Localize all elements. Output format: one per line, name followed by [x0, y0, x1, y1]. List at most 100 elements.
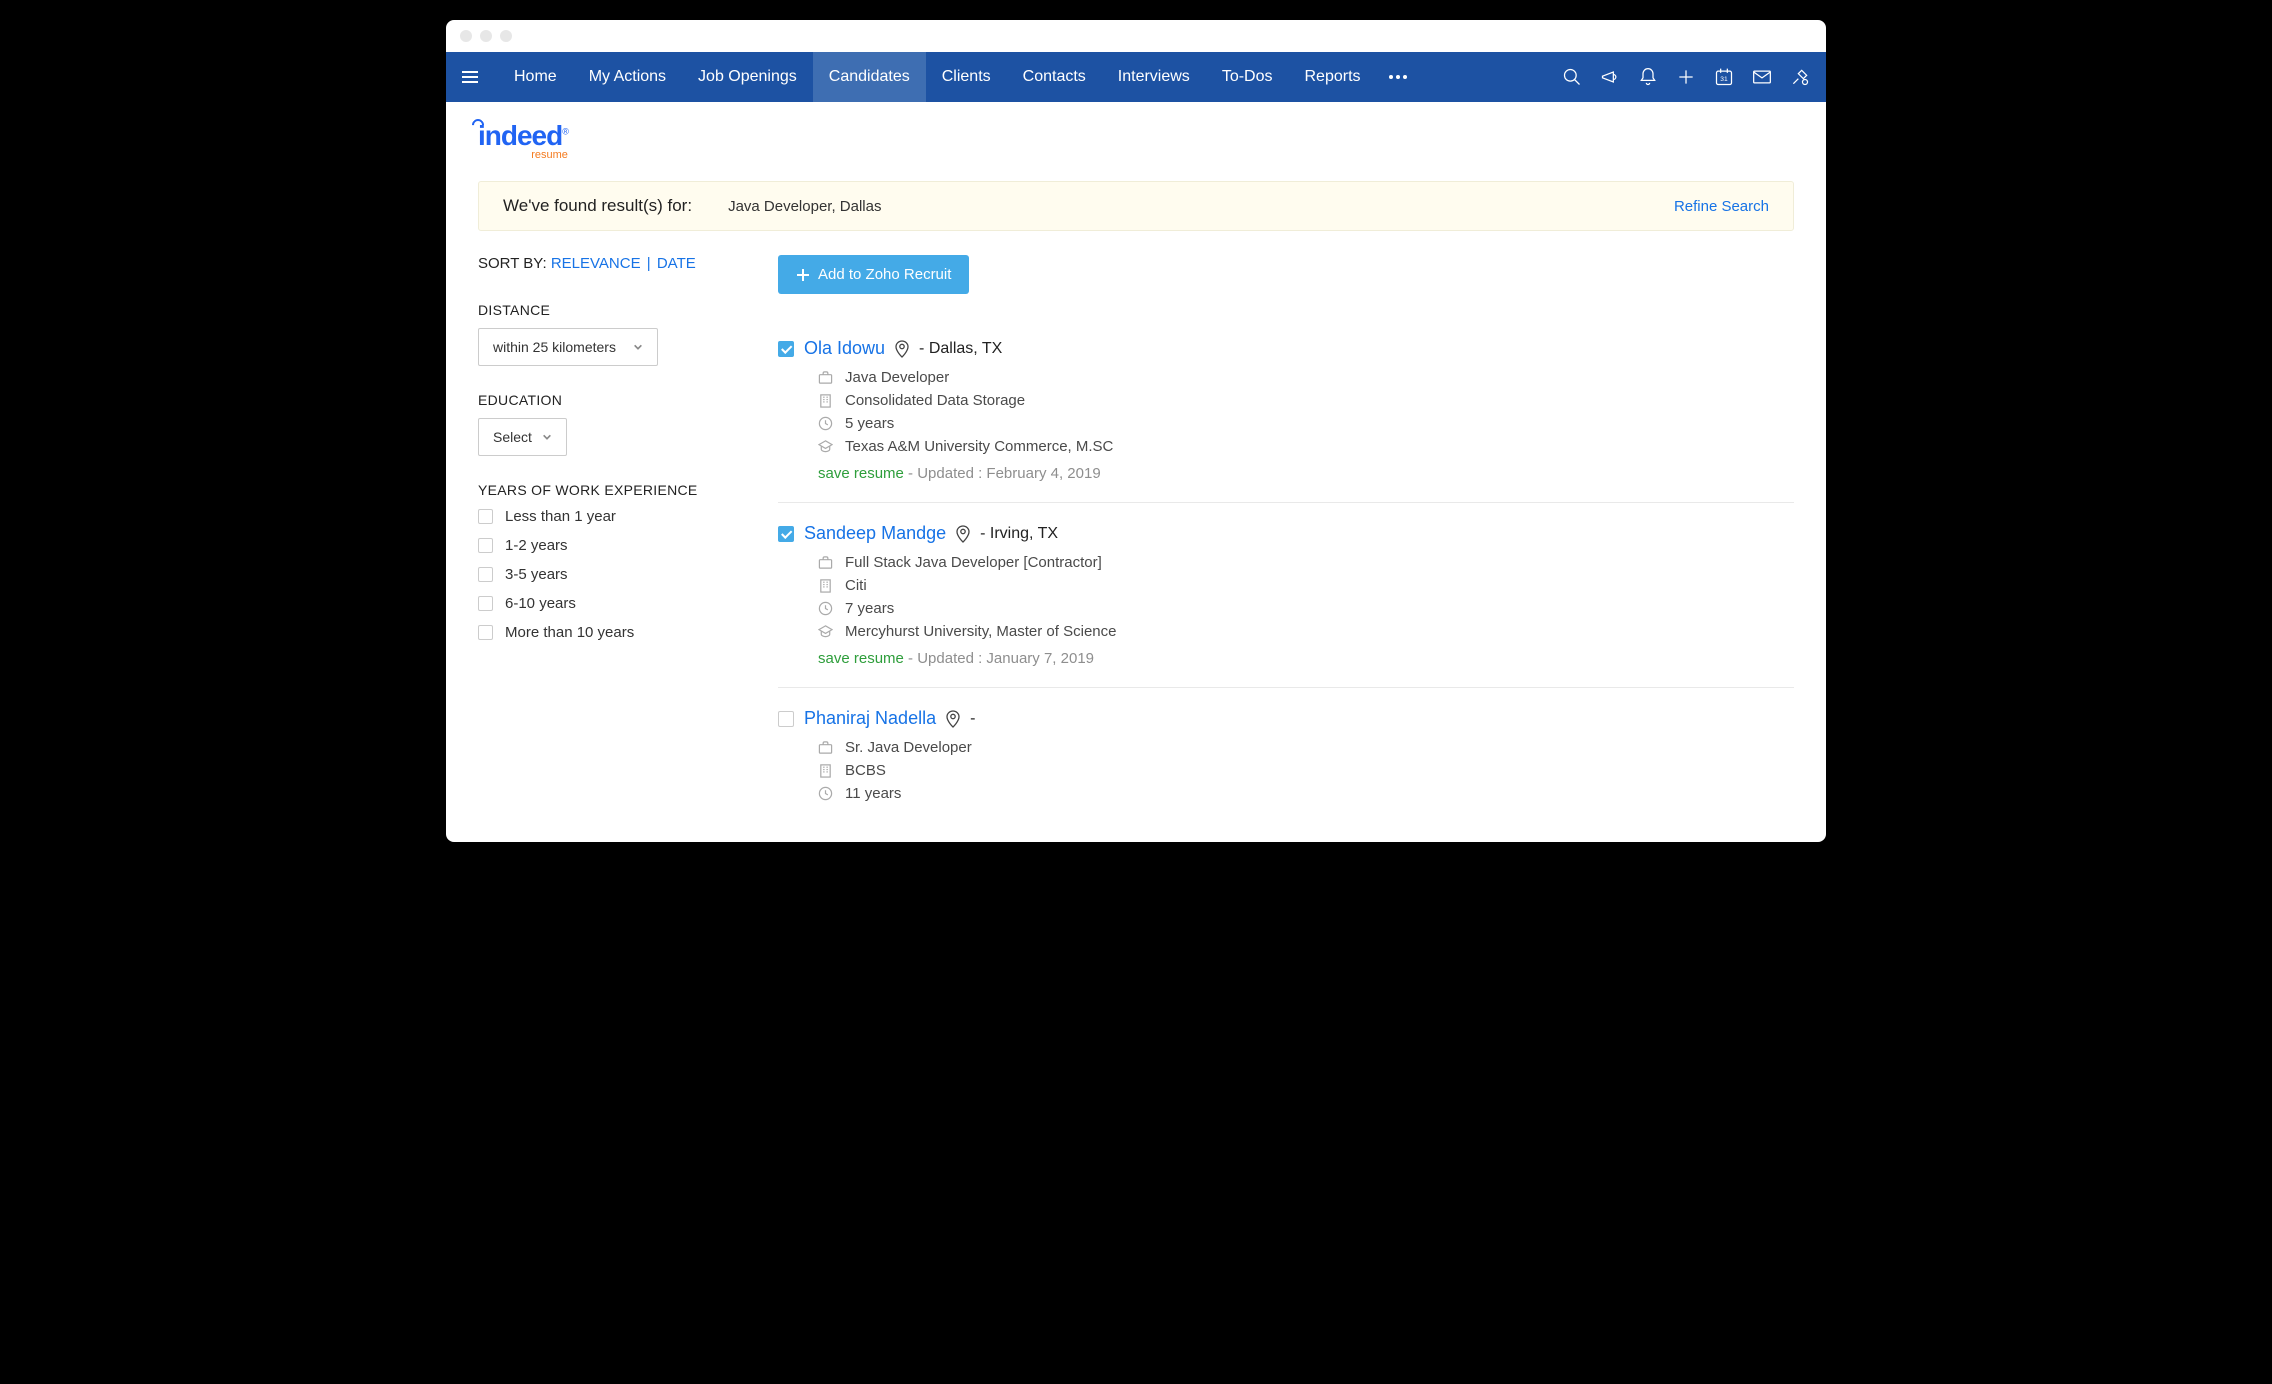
candidate-title-row: Full Stack Java Developer [Contractor] — [818, 554, 1794, 571]
experience-option-label: 6-10 years — [505, 595, 576, 612]
save-resume-link[interactable]: save resume — [818, 465, 904, 482]
distance-select[interactable]: within 25 kilometers — [478, 328, 658, 366]
location-pin-icon — [946, 710, 960, 728]
calendar-icon[interactable]: 31 — [1714, 67, 1734, 87]
briefcase-icon — [818, 740, 833, 755]
nav-item-job-openings[interactable]: Job Openings — [682, 52, 813, 102]
mail-icon[interactable] — [1752, 67, 1772, 87]
candidate-card: Sandeep Mandge - Irving, TX Full Stack Jav… — [778, 503, 1794, 688]
results-query: Java Developer, Dallas — [728, 198, 881, 215]
nav-item-candidates[interactable]: Candidates — [813, 52, 926, 102]
menu-icon[interactable] — [462, 71, 478, 83]
save-resume-link[interactable]: save resume — [818, 650, 904, 667]
candidate-name-link[interactable]: Ola Idowu — [804, 338, 885, 359]
experience-checklist: Less than 1 year 1-2 years 3-5 years 6-10 y… — [478, 508, 738, 641]
candidate-details: Sr. Java DeveloperBCBS11 years — [818, 739, 1794, 802]
candidate-name-link[interactable]: Sandeep Mandge — [804, 523, 946, 544]
window-titlebar — [446, 20, 1826, 52]
sidebar: SORT BY: RELEVANCE | DATE DISTANCE withi… — [478, 255, 738, 822]
candidate-company-row: Citi — [818, 577, 1794, 594]
candidate-details: Full Stack Java Developer [Contractor] Ci… — [818, 554, 1794, 667]
candidate-company: Consolidated Data Storage — [845, 392, 1025, 409]
experience-option-label: Less than 1 year — [505, 508, 616, 525]
candidate-years: 7 years — [845, 600, 894, 617]
body-columns: SORT BY: RELEVANCE | DATE DISTANCE withi… — [478, 255, 1794, 822]
sort-relevance-link[interactable]: RELEVANCE — [551, 255, 641, 272]
candidate-checkbox[interactable] — [778, 526, 794, 542]
candidate-company: BCBS — [845, 762, 886, 779]
chevron-down-icon — [542, 432, 552, 442]
location-pin-icon — [895, 340, 909, 358]
candidates-list: Ola Idowu - Dallas, TX Java Developer Conso… — [778, 318, 1794, 822]
experience-label: YEARS OF WORK EXPERIENCE — [478, 482, 738, 498]
candidate-title-row: Java Developer — [818, 369, 1794, 386]
candidate-years: 5 years — [845, 415, 894, 432]
education-select[interactable]: Select — [478, 418, 567, 456]
checkbox-icon — [478, 596, 493, 611]
experience-option[interactable]: 6-10 years — [478, 595, 738, 612]
candidate-location: - Dallas, TX — [919, 340, 1002, 358]
candidate-location: - — [970, 710, 975, 728]
nav-item-my-actions[interactable]: My Actions — [573, 52, 682, 102]
nav-right: 31 — [1562, 67, 1810, 87]
candidate-details: Java Developer Consolidated Data Storage 5… — [818, 369, 1794, 482]
nav-item-clients[interactable]: Clients — [926, 52, 1007, 102]
candidate-checkbox[interactable] — [778, 711, 794, 727]
plus-icon[interactable] — [1676, 67, 1696, 87]
candidate-company-row: Consolidated Data Storage — [818, 392, 1794, 409]
candidate-location: - Irving, TX — [980, 525, 1058, 543]
sort-date-link[interactable]: DATE — [657, 255, 696, 272]
tools-icon[interactable] — [1790, 67, 1810, 87]
distance-label: DISTANCE — [478, 302, 738, 318]
candidate-name-link[interactable]: Phaniraj Nadella — [804, 708, 936, 729]
experience-option[interactable]: 3-5 years — [478, 566, 738, 583]
megaphone-icon[interactable] — [1600, 67, 1620, 87]
window-close-button[interactable] — [460, 30, 472, 42]
candidate-company: Citi — [845, 577, 867, 594]
education-value: Select — [493, 429, 532, 445]
results-left: We've found result(s) for: Java Develope… — [503, 196, 881, 216]
distance-filter: DISTANCE within 25 kilometers — [478, 302, 738, 366]
nav-item-home[interactable]: Home — [498, 52, 573, 102]
nav-left: HomeMy ActionsJob OpeningsCandidatesClie… — [462, 52, 1419, 102]
experience-option[interactable]: 1-2 years — [478, 537, 738, 554]
candidate-title: Java Developer — [845, 369, 949, 386]
candidate-updated: - Updated : January 7, 2019 — [904, 650, 1094, 667]
search-icon[interactable] — [1562, 67, 1582, 87]
nav-item-to-dos[interactable]: To-Dos — [1206, 52, 1289, 102]
bell-icon[interactable] — [1638, 67, 1658, 87]
sort-separator: | — [645, 255, 653, 272]
nav-item-reports[interactable]: Reports — [1289, 52, 1377, 102]
candidate-card: Ola Idowu - Dallas, TX Java Developer Conso… — [778, 318, 1794, 503]
add-button-label: Add to Zoho Recruit — [818, 266, 951, 283]
candidate-title: Full Stack Java Developer [Contractor] — [845, 554, 1102, 571]
candidate-header: Sandeep Mandge - Irving, TX — [778, 523, 1794, 544]
nav-item-contacts[interactable]: Contacts — [1007, 52, 1102, 102]
refine-search-link[interactable]: Refine Search — [1674, 198, 1769, 215]
nav-item-interviews[interactable]: Interviews — [1102, 52, 1206, 102]
indeed-logo: indeed® resume — [478, 122, 568, 161]
experience-option[interactable]: Less than 1 year — [478, 508, 738, 525]
candidate-title: Sr. Java Developer — [845, 739, 972, 756]
candidate-header: Phaniraj Nadella - — [778, 708, 1794, 729]
experience-option-label: 3-5 years — [505, 566, 568, 583]
nav-more-icon[interactable] — [1377, 75, 1419, 79]
window-maximize-button[interactable] — [500, 30, 512, 42]
content: indeed® resume We've found result(s) for… — [446, 102, 1826, 842]
experience-option[interactable]: More than 10 years — [478, 624, 738, 641]
window-minimize-button[interactable] — [480, 30, 492, 42]
checkbox-icon — [478, 567, 493, 582]
app-window: HomeMy ActionsJob OpeningsCandidatesClie… — [446, 20, 1826, 842]
candidate-company-row: BCBS — [818, 762, 1794, 779]
checkbox-icon — [478, 509, 493, 524]
candidate-save-row: save resume - Updated : January 7, 2019 — [818, 650, 1794, 667]
candidate-card: Phaniraj Nadella-Sr. Java DeveloperBCBS1… — [778, 688, 1794, 822]
candidate-checkbox[interactable] — [778, 341, 794, 357]
experience-filter: YEARS OF WORK EXPERIENCE Less than 1 yea… — [478, 482, 738, 641]
building-icon — [818, 763, 833, 778]
candidate-save-row: save resume - Updated : February 4, 2019 — [818, 465, 1794, 482]
building-icon — [818, 578, 833, 593]
chevron-down-icon — [633, 342, 643, 352]
add-to-zoho-button[interactable]: Add to Zoho Recruit — [778, 255, 969, 294]
candidate-education: Texas A&M University Commerce, M.SC — [845, 438, 1113, 455]
